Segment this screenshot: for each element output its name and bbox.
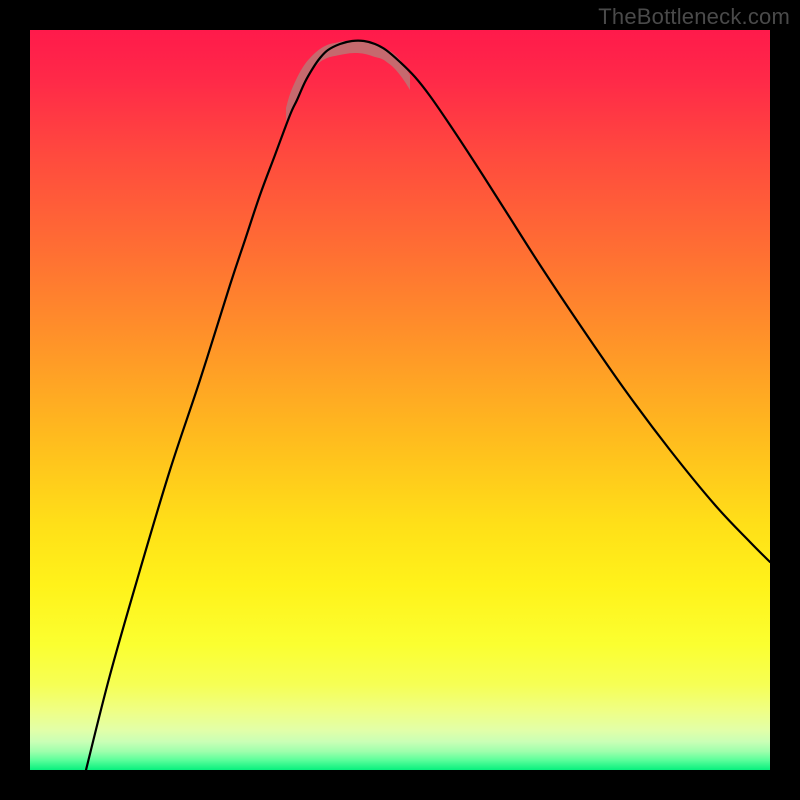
watermark-text: TheBottleneck.com bbox=[598, 4, 790, 30]
chart-root: TheBottleneck.com bbox=[0, 0, 800, 800]
heat-background bbox=[30, 30, 770, 770]
plot-area bbox=[30, 30, 770, 770]
plot-svg bbox=[30, 30, 770, 770]
